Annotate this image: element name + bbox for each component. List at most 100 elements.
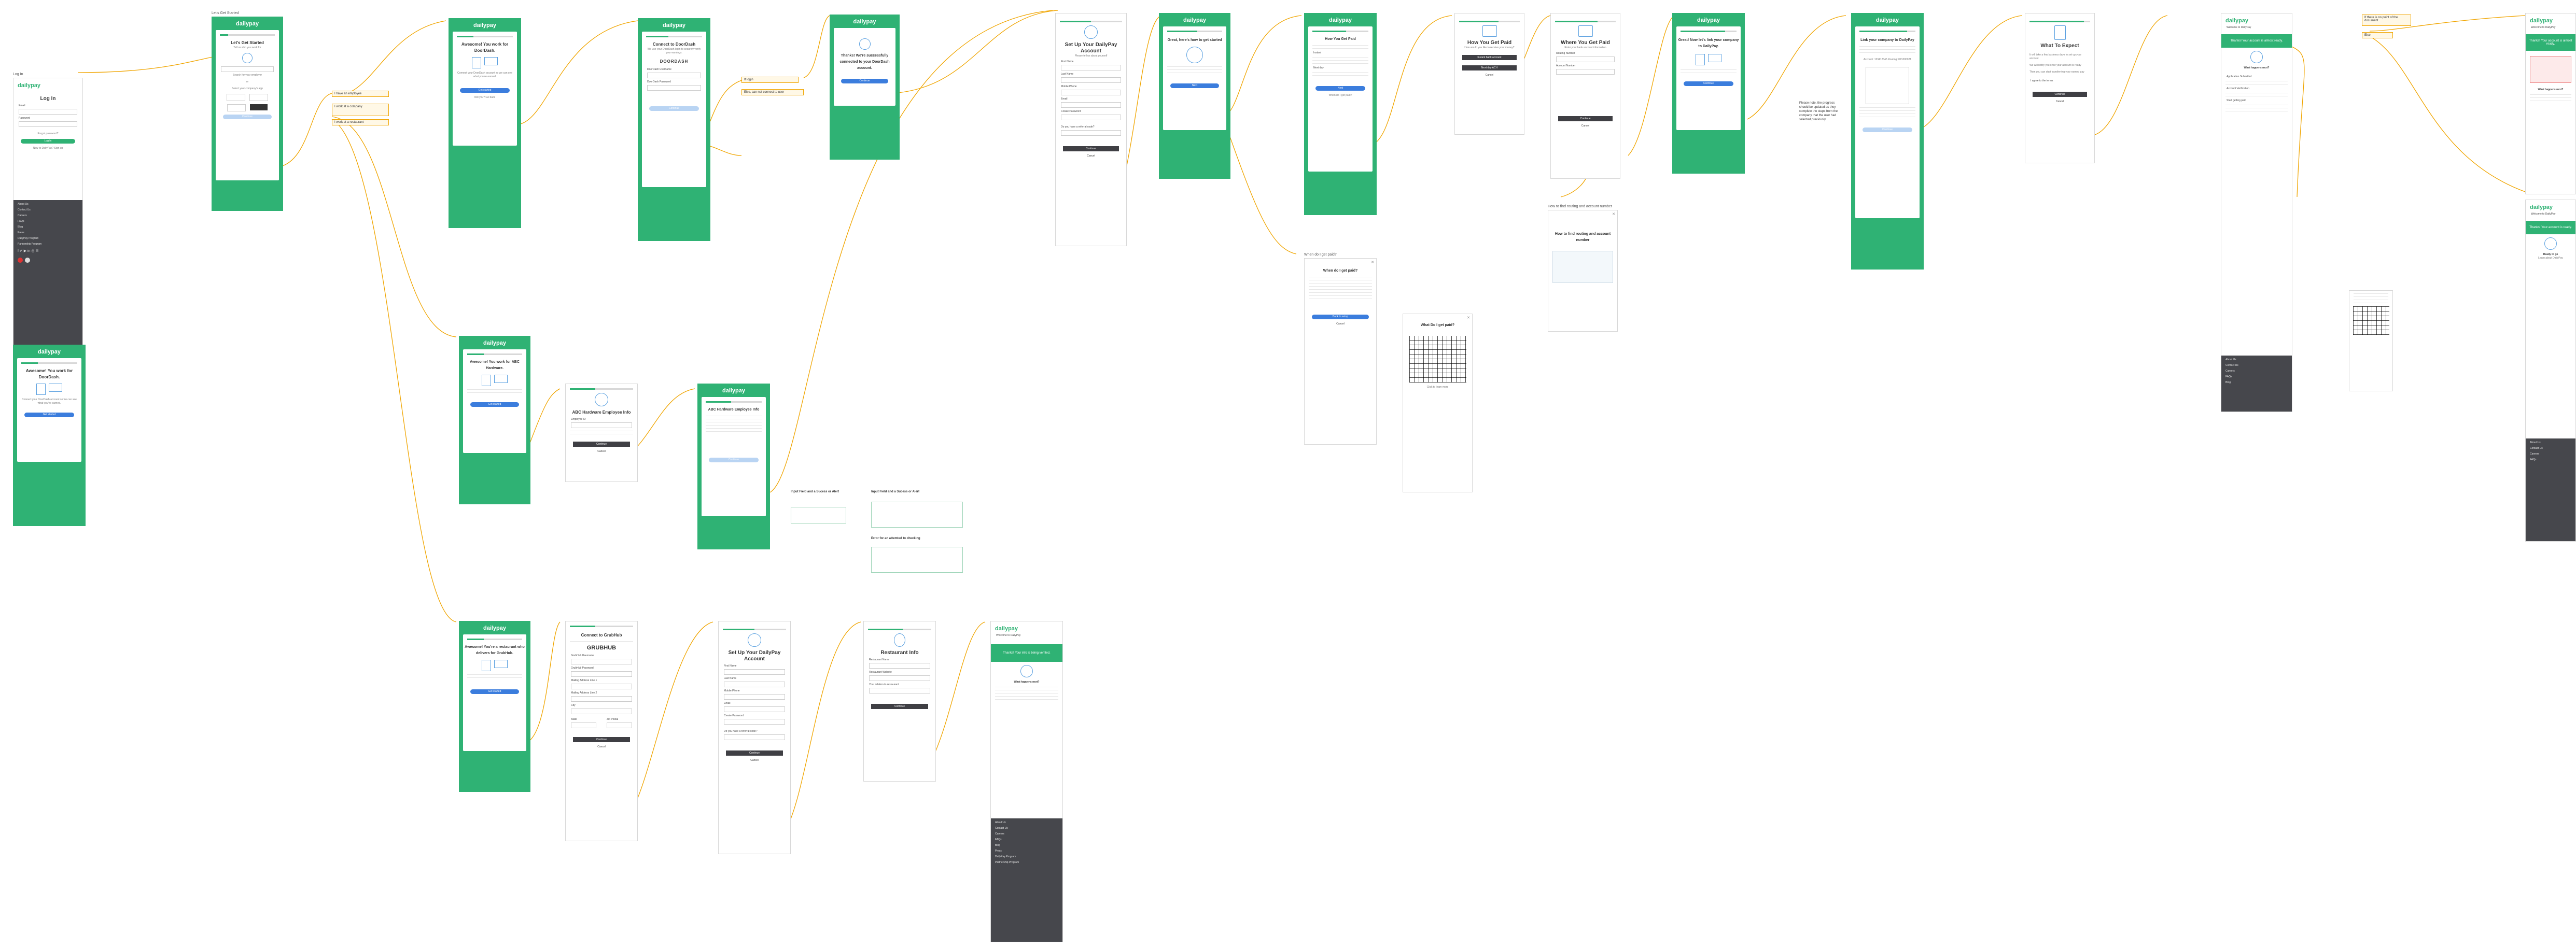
continue-button[interactable]: Continue bbox=[1684, 81, 1733, 86]
email-field[interactable] bbox=[724, 706, 785, 712]
city-field[interactable] bbox=[571, 709, 632, 714]
next-button[interactable]: Next bbox=[1315, 86, 1365, 91]
email-field[interactable] bbox=[19, 109, 77, 115]
footer-link[interactable]: Blog bbox=[995, 844, 1058, 847]
cancel-button[interactable]: Cancel bbox=[1312, 322, 1369, 325]
when-paid-link[interactable]: When do I get paid? bbox=[1308, 94, 1373, 97]
referral-code-field[interactable] bbox=[724, 734, 785, 740]
create-password-field[interactable] bbox=[724, 719, 785, 725]
relation-select[interactable] bbox=[869, 688, 930, 693]
close-icon[interactable]: ✕ bbox=[1371, 260, 1374, 264]
back-to-setup-button[interactable]: Back to setup bbox=[1312, 315, 1369, 319]
continue-button[interactable]: Continue bbox=[1063, 146, 1119, 151]
continue-button[interactable]: Continue bbox=[726, 750, 783, 756]
footer-link[interactable]: FAQs bbox=[995, 838, 1058, 841]
state-field[interactable] bbox=[571, 723, 596, 728]
doordash-password-field[interactable] bbox=[647, 85, 701, 91]
continue-button[interactable]: Continue bbox=[709, 458, 759, 462]
learn-link[interactable]: Learn about DailyPay bbox=[2526, 257, 2575, 260]
continue-button[interactable]: Continue bbox=[2033, 92, 2087, 97]
cancel-button[interactable]: Cancel bbox=[2033, 100, 2087, 103]
footer-link[interactable]: About Us bbox=[2225, 358, 2288, 361]
referral-code-field[interactable] bbox=[1061, 130, 1121, 136]
last-name-field[interactable] bbox=[1061, 77, 1121, 83]
footer-link[interactable]: DailyPay Program bbox=[18, 237, 78, 240]
email-field[interactable] bbox=[1061, 102, 1121, 108]
continue-button[interactable]: Continue bbox=[223, 115, 272, 119]
mobile-phone-field[interactable] bbox=[1061, 90, 1121, 95]
get-started-button[interactable]: Get started bbox=[470, 402, 519, 407]
login-button[interactable]: Log In bbox=[21, 139, 75, 144]
zip-field[interactable] bbox=[607, 723, 632, 728]
continue-button[interactable]: Continue bbox=[1558, 116, 1613, 121]
footer-link[interactable]: FAQs bbox=[2225, 375, 2288, 378]
radio-option-instant[interactable]: Instant bbox=[1313, 51, 1367, 54]
address-1-field[interactable] bbox=[571, 684, 632, 689]
radio-option-next-day[interactable]: Next day bbox=[1313, 66, 1367, 69]
footer-link[interactable]: Press bbox=[18, 231, 78, 234]
next-day-ach-button[interactable]: Next day ACH bbox=[1462, 65, 1517, 70]
close-icon[interactable]: ✕ bbox=[1467, 316, 1470, 320]
continue-button[interactable]: Continue bbox=[573, 442, 630, 447]
address-2-field[interactable] bbox=[571, 696, 632, 702]
footer-link[interactable]: Blog bbox=[2225, 381, 2288, 384]
employee-id-field[interactable] bbox=[571, 422, 632, 428]
last-name-field[interactable] bbox=[724, 682, 785, 687]
footer-link[interactable]: Careers bbox=[2225, 370, 2288, 373]
footer-link[interactable]: FAQs bbox=[18, 220, 78, 223]
footer-link[interactable]: About Us bbox=[18, 203, 78, 206]
employer-search-input[interactable] bbox=[221, 66, 274, 72]
footer-link[interactable]: Careers bbox=[995, 832, 1058, 835]
cancel-button[interactable]: Cancel bbox=[573, 450, 630, 453]
cancel-button[interactable]: Cancel bbox=[726, 759, 783, 762]
footer-link[interactable]: Partnership Program bbox=[18, 243, 78, 246]
grubhub-password-field[interactable] bbox=[571, 671, 632, 677]
footer-link[interactable]: About Us bbox=[2530, 441, 2571, 444]
continue-button[interactable]: Continue bbox=[841, 79, 888, 83]
routing-number-field[interactable] bbox=[1556, 56, 1615, 62]
footer-link[interactable]: Partnership Program bbox=[995, 861, 1058, 864]
first-name-field[interactable] bbox=[1061, 65, 1121, 70]
signup-link[interactable]: New to DailyPay? Sign up bbox=[13, 147, 82, 150]
continue-button[interactable]: Continue bbox=[1863, 128, 1912, 132]
continue-button[interactable]: Continue bbox=[871, 704, 928, 709]
get-started-button[interactable]: Get started bbox=[24, 413, 74, 417]
continue-button[interactable]: Continue bbox=[649, 106, 699, 111]
cancel-button[interactable]: Cancel bbox=[1063, 154, 1119, 158]
continue-button[interactable]: Continue bbox=[573, 737, 630, 742]
mobile-phone-field[interactable] bbox=[724, 694, 785, 700]
create-password-field[interactable] bbox=[1061, 115, 1121, 120]
footer-link[interactable]: Contact Us bbox=[2530, 447, 2571, 450]
cancel-button[interactable]: Cancel bbox=[1462, 74, 1517, 77]
footer-link[interactable]: Contact Us bbox=[995, 827, 1058, 830]
forgot-password-link[interactable]: Forgot password? bbox=[13, 132, 82, 136]
footer-link[interactable]: Careers bbox=[18, 214, 78, 217]
footer-link[interactable]: Careers bbox=[2530, 452, 2571, 456]
footer-link[interactable]: Blog bbox=[18, 225, 78, 229]
grubhub-username-field[interactable] bbox=[571, 659, 632, 664]
footer-link[interactable]: Contact Us bbox=[18, 208, 78, 211]
go-back-link[interactable]: Not you? Go back bbox=[453, 96, 517, 100]
account-number-field[interactable] bbox=[1556, 69, 1615, 75]
first-name-field[interactable] bbox=[724, 669, 785, 675]
company-logo-option[interactable] bbox=[250, 104, 268, 110]
get-started-button[interactable]: Get started bbox=[470, 689, 519, 694]
company-logo-option[interactable] bbox=[249, 94, 268, 101]
get-started-button[interactable]: Get started bbox=[460, 88, 510, 93]
doordash-username-field[interactable] bbox=[647, 73, 701, 78]
instant-bank-button[interactable]: Instant bank account bbox=[1462, 55, 1517, 60]
next-button[interactable]: Next bbox=[1170, 83, 1219, 88]
footer-link[interactable]: Press bbox=[995, 849, 1058, 853]
footer-link[interactable]: Contact Us bbox=[2225, 364, 2288, 367]
restaurant-website-field[interactable] bbox=[869, 675, 930, 681]
footer-link[interactable]: DailyPay Program bbox=[995, 855, 1058, 858]
footer-link[interactable]: FAQs bbox=[2530, 458, 2571, 461]
footer-link[interactable]: About Us bbox=[995, 821, 1058, 824]
password-field[interactable] bbox=[19, 121, 77, 127]
close-icon[interactable]: ✕ bbox=[1612, 212, 1615, 216]
company-logo-option[interactable] bbox=[227, 94, 245, 101]
cancel-button[interactable]: Cancel bbox=[573, 745, 630, 748]
cancel-button[interactable]: Cancel bbox=[1558, 124, 1613, 128]
company-logo-option[interactable] bbox=[227, 104, 246, 111]
restaurant-name-field[interactable] bbox=[869, 663, 930, 669]
